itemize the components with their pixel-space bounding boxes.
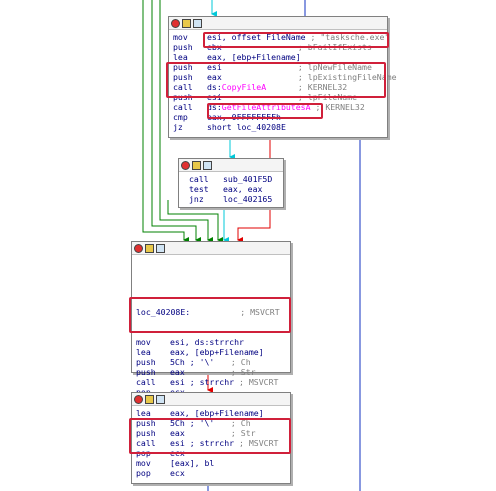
- operand: eax, [ebp+Filename]: [170, 408, 264, 418]
- rename-icon[interactable]: [145, 394, 154, 404]
- mnemonic: lea: [173, 52, 188, 62]
- instruction-line[interactable]: lea eax, [ebp+Filename]: [136, 408, 286, 418]
- rename-icon[interactable]: [192, 160, 201, 170]
- mnemonic: jnz: [189, 194, 204, 204]
- operand: esi ; strrchr: [170, 377, 235, 387]
- rename-icon[interactable]: [182, 18, 191, 28]
- operand: esi, ds:strrchr: [170, 337, 244, 347]
- comment: ; Ch: [226, 357, 251, 367]
- mnemonic: pop: [136, 468, 151, 478]
- graph-overview-icon[interactable]: [156, 243, 165, 253]
- color-picker-icon[interactable]: [134, 243, 143, 253]
- highlight-strrchr-call: [129, 418, 291, 454]
- highlight-tasksche: [203, 32, 389, 48]
- mnemonic: test: [189, 184, 209, 194]
- mnemonic: mov: [136, 337, 151, 347]
- operand: short loc_40208E: [207, 122, 286, 132]
- code-block-copyfile[interactable]: mov esi, offset FileName ; "tasksche.exe"…: [166, 16, 397, 138]
- operand: eax, eax: [223, 184, 263, 194]
- operand: sub_401F5D: [223, 174, 273, 184]
- mnemonic: lea: [136, 347, 151, 357]
- instruction-line[interactable]: call esi ; strrchr ; MSVCRT: [136, 377, 286, 387]
- mnemonic: cmp: [173, 112, 188, 122]
- operand: [eax], bl: [170, 458, 215, 468]
- operand: 5Ch ; '\': [170, 357, 215, 367]
- color-picker-icon[interactable]: [171, 18, 180, 28]
- block-titlebar: [179, 159, 283, 172]
- color-picker-icon[interactable]: [181, 160, 190, 170]
- instruction-line[interactable]: push 5Ch ; '\' ; Ch: [136, 357, 286, 367]
- highlight-copyfile: [166, 62, 386, 98]
- mnemonic: call: [136, 377, 156, 387]
- color-picker-icon[interactable]: [134, 394, 143, 404]
- block-instructions: call sub_401F5Dtest eax, eax jnz loc_402165: [179, 172, 283, 207]
- instruction-line[interactable]: mov esi, ds:strrchr: [136, 337, 286, 347]
- block-titlebar: [169, 17, 387, 30]
- graph-overview-icon[interactable]: [156, 394, 165, 404]
- block-titlebar: [132, 242, 290, 255]
- code-block-truncate[interactable]: lea eax, [ebp+Filename] push 5Ch ; '\' ; Ch…: [129, 392, 291, 484]
- instruction-line[interactable]: pop ecx: [136, 468, 286, 478]
- operand: loc_402165: [223, 194, 273, 204]
- highlight-getfileattributes: [207, 103, 323, 119]
- operand: ecx: [170, 468, 185, 478]
- mnemonic: call: [173, 102, 193, 112]
- comment: ; Str: [226, 367, 256, 377]
- instruction-line[interactable]: jz short loc_40208E: [173, 122, 383, 132]
- instruction-line[interactable]: mov [eax], bl: [136, 458, 286, 468]
- mnemonic: lea: [136, 408, 151, 418]
- mnemonic: push: [136, 357, 156, 367]
- instruction-line[interactable]: lea eax, [ebp+Filename]: [136, 347, 286, 357]
- mnemonic: mov: [136, 458, 151, 468]
- operand: eax, [ebp+Filename]: [170, 347, 264, 357]
- mnemonic: mov: [173, 32, 188, 42]
- operand: eax: [170, 367, 185, 377]
- code-block-loc40208e[interactable]: loc_40208E:; MSVCRT mov esi, ds:strrchr le…: [129, 241, 291, 427]
- graph-overview-icon[interactable]: [203, 160, 212, 170]
- block-titlebar: [132, 393, 290, 406]
- graph-overview-icon[interactable]: [193, 18, 202, 28]
- instruction-line[interactable]: lea eax, [ebp+Filename]: [173, 52, 383, 62]
- instruction-line[interactable]: call sub_401F5D: [189, 174, 279, 184]
- mnemonic: call: [189, 174, 209, 184]
- mnemonic: jz: [173, 122, 183, 132]
- code-block-sub401f5d[interactable]: call sub_401F5Dtest eax, eax jnz loc_402165: [178, 158, 284, 208]
- mnemonic: push: [136, 367, 156, 377]
- instruction-line[interactable]: jnz loc_402165: [189, 194, 279, 204]
- operand: eax, [ebp+Filename]: [207, 52, 301, 62]
- instruction-line[interactable]: test eax, eax: [189, 184, 279, 194]
- instruction-line[interactable]: push eax ; Str: [136, 367, 286, 377]
- mnemonic: push: [173, 42, 193, 52]
- highlight-strrchr-call: [129, 297, 291, 333]
- comment: ; MSVCRT: [234, 377, 279, 387]
- rename-icon[interactable]: [145, 243, 154, 253]
